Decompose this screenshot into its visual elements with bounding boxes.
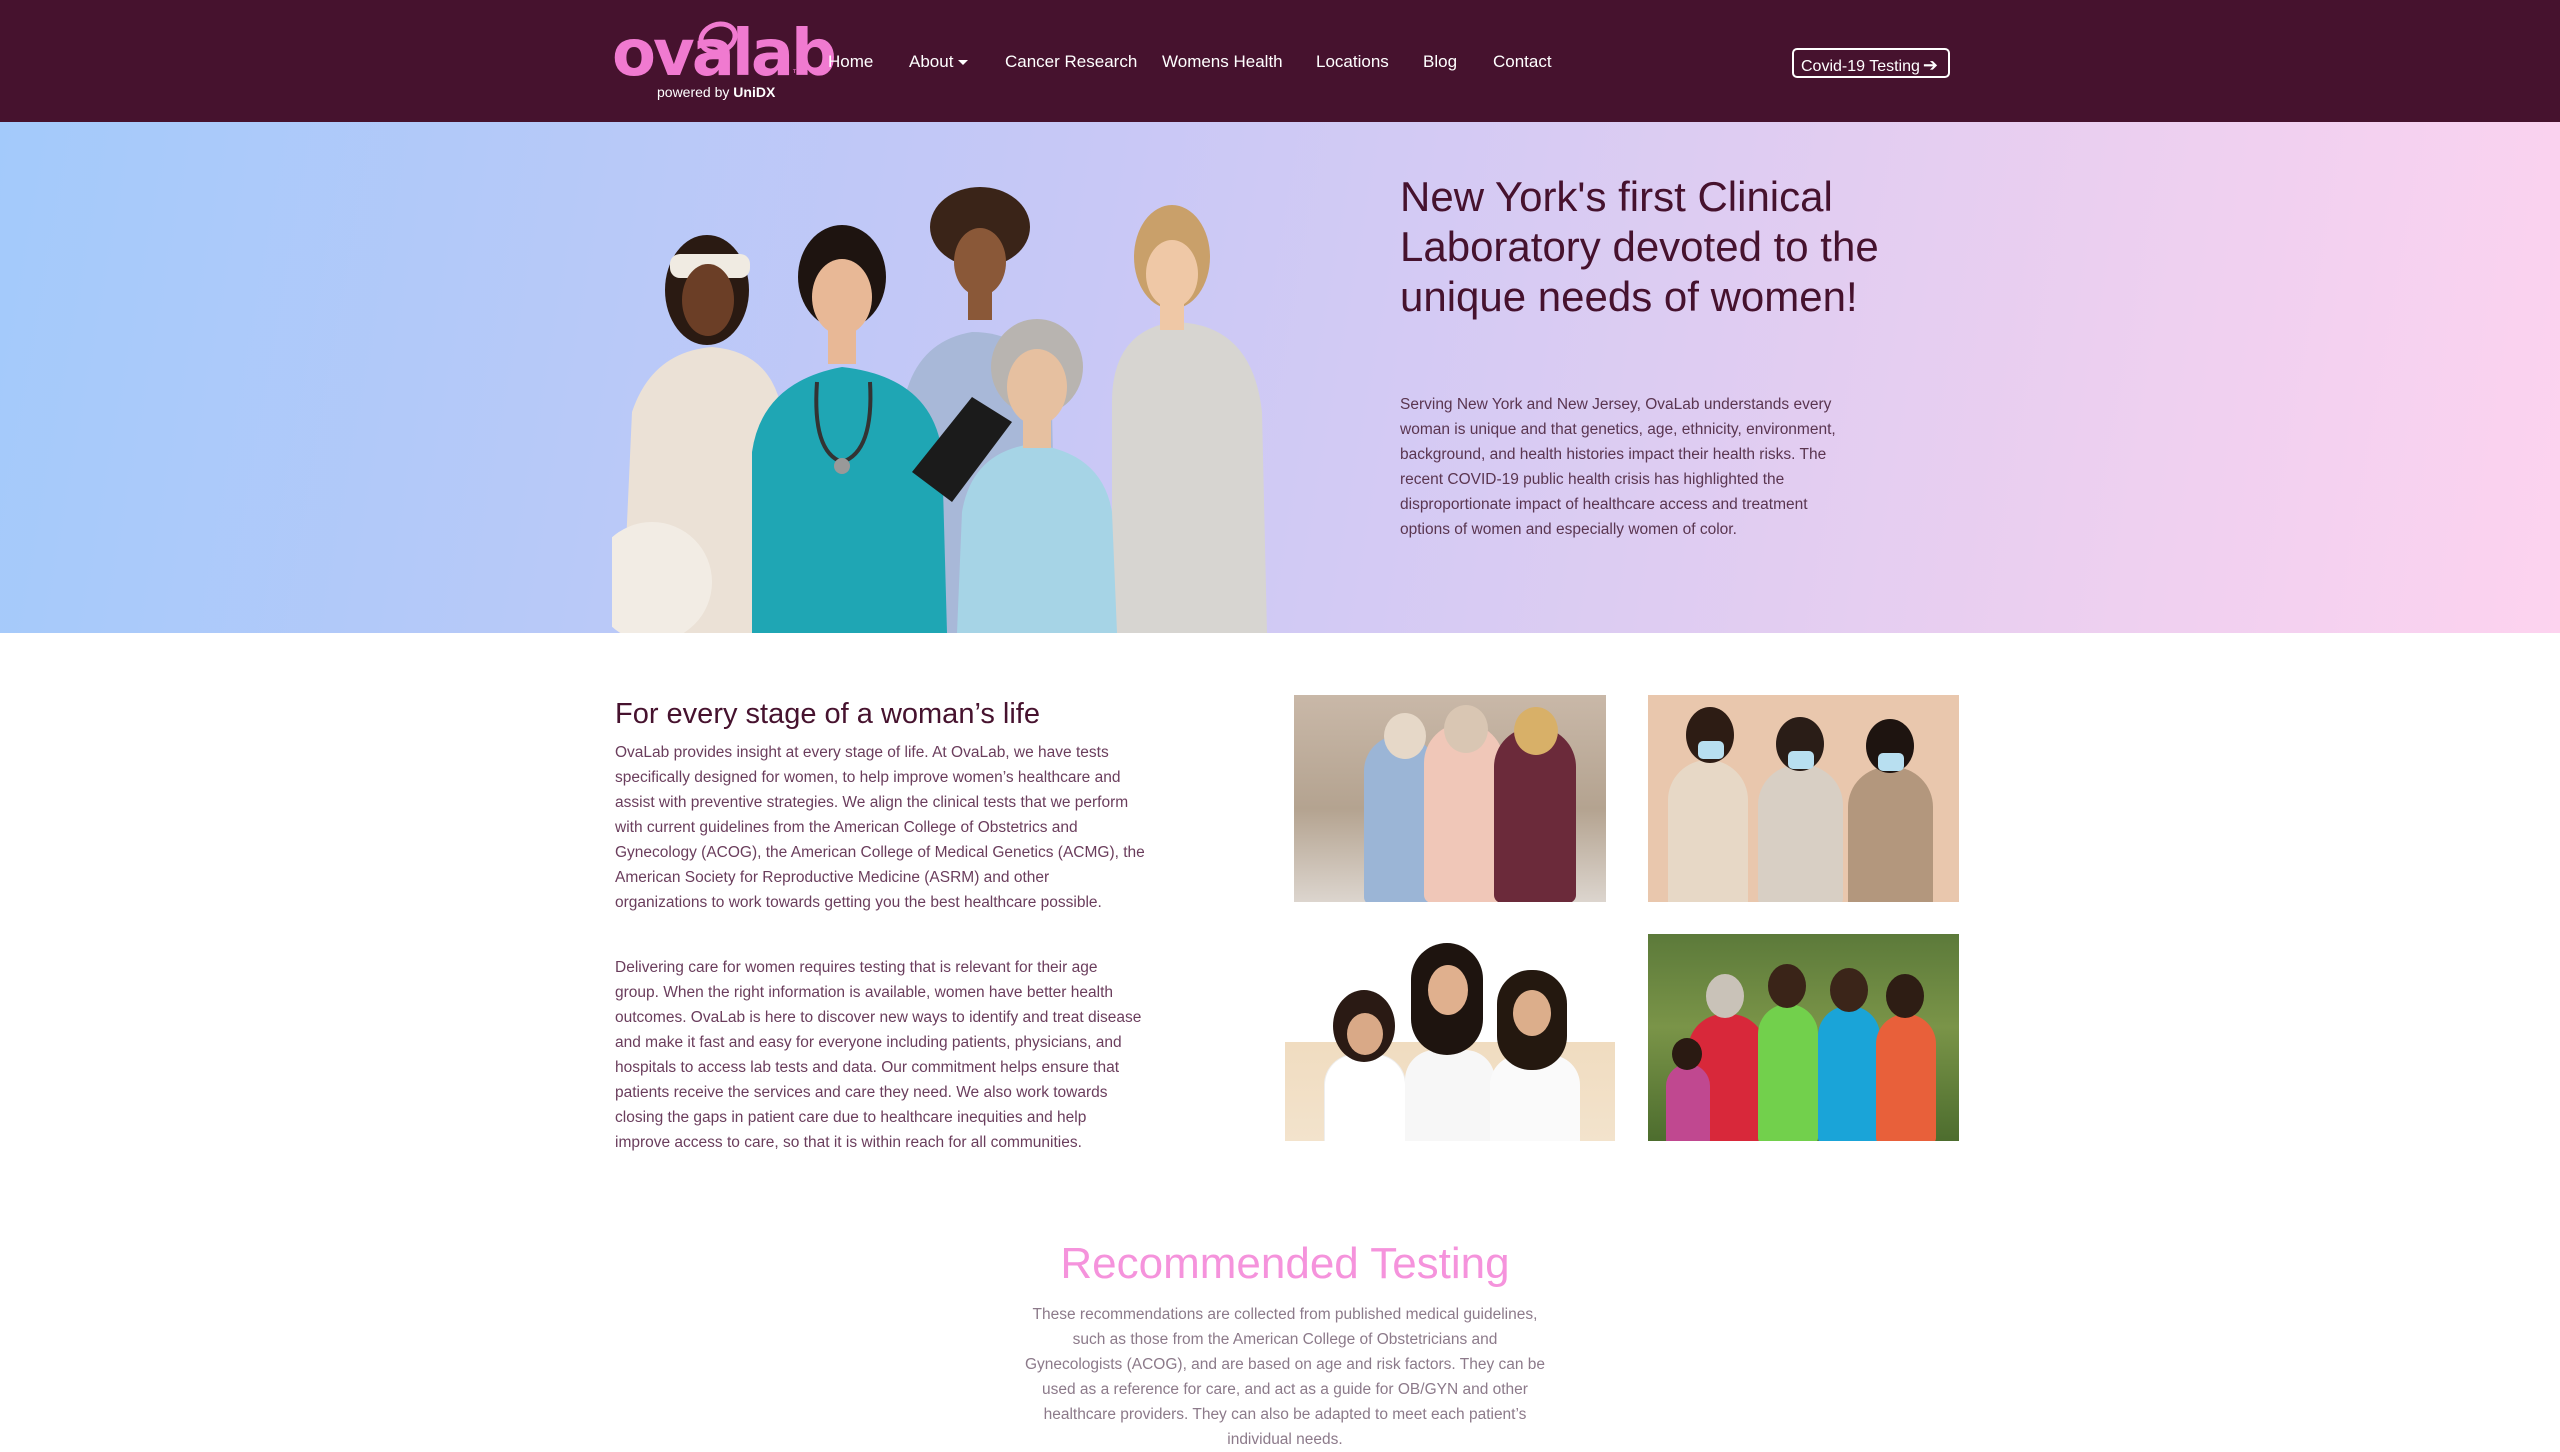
- intro-title: For every stage of a woman’s life: [615, 698, 1040, 730]
- intro-paragraph: OvaLab provides insight at every stage o…: [615, 744, 1145, 911]
- hero-women-group-photo: [612, 187, 1267, 633]
- logo-tagline-prefix: powered by: [657, 84, 730, 100]
- hero-title: New York's first Clinical Laboratory dev…: [1400, 173, 1879, 320]
- covid-testing-button[interactable]: Covid-19 Testing ➔: [1792, 48, 1950, 78]
- hero-section: New York's first Clinical Laboratory dev…: [0, 122, 2560, 633]
- caret-down-icon: [958, 60, 969, 66]
- nav-cancer-research[interactable]: Cancer Research: [1005, 50, 1137, 74]
- nav-about-dropdown[interactable]: About: [909, 50, 969, 74]
- nav-home[interactable]: Home: [828, 50, 873, 74]
- intro-paragraph: Delivering care for women requires testi…: [615, 959, 1142, 1151]
- nav-contact[interactable]: Contact: [1493, 50, 1552, 74]
- nav-blog[interactable]: Blog: [1423, 50, 1457, 74]
- ovalab-logo[interactable]: ovalab ™ powered by UniDX: [612, 16, 837, 104]
- logo-trademark: ™: [792, 68, 802, 79]
- recommended-description: These recommendations are collected from…: [1024, 1306, 1546, 1448]
- nav-about-label: About: [909, 52, 954, 71]
- recommended-title: Recommended Testing: [1060, 1239, 1510, 1288]
- photo-three-generations: [1285, 935, 1615, 1141]
- hero-description: Serving New York and New Jersey, OvaLab …: [1400, 396, 1836, 538]
- arrow-right-icon: ➔: [1922, 55, 1938, 75]
- logo-tagline-brand: UniDX: [733, 84, 776, 100]
- covid-testing-label: Covid-19 Testing: [1801, 58, 1920, 75]
- nav-locations[interactable]: Locations: [1316, 50, 1389, 74]
- top-navbar: ovalab ™ powered by UniDX Home About Can…: [0, 0, 2560, 122]
- photo-masked-women: [1648, 695, 1959, 902]
- logo-tagline: powered by UniDX: [657, 84, 775, 100]
- photo-family-outdoors: [1648, 934, 1959, 1141]
- nav-womens-health[interactable]: Womens Health: [1162, 50, 1283, 74]
- photo-senior-women-group: [1294, 695, 1606, 902]
